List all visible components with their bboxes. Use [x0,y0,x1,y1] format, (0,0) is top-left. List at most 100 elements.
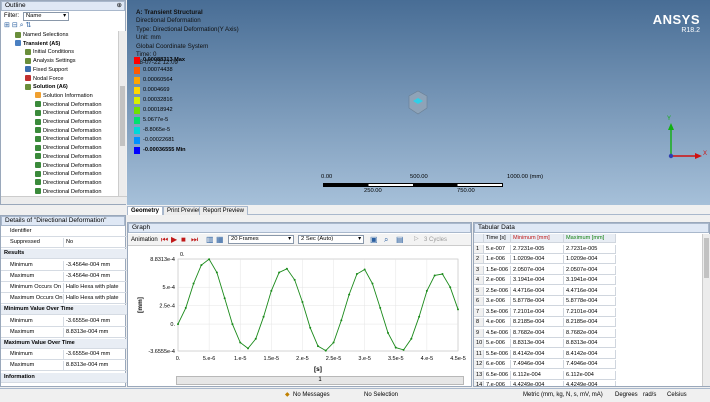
details-row[interactable]: Minimum -3.6555e-004 mm [1,350,127,361]
table-row[interactable]: 4 2.e-006 3.1941e-004 3.1941e-004 [474,276,702,285]
messages-icon[interactable]: ◆ [285,389,290,402]
tabular-scroll-thumb[interactable] [704,238,709,278]
details-key: Minimum [10,351,33,358]
details-row[interactable]: Minimum -3.6555e-004 mm [1,316,127,327]
tree-node[interactable]: Solution (A6) [25,83,68,92]
export-video-icon[interactable]: ▣ [370,235,378,244]
result-icon [35,153,41,160]
details-row[interactable]: Maximum 8.8313e-004 mm [1,327,127,338]
table-cell: 14 [474,381,484,386]
play-icon[interactable]: ▶ [171,235,177,244]
tree-node[interactable]: Directional Deformation [35,101,101,110]
tree-node[interactable]: Directional Deformation [35,118,101,127]
table-row[interactable]: 14 7.e-006 4.4249e-004 4.4249e-004 [474,381,702,386]
angle-unit[interactable]: Degrees [615,389,638,402]
previous-frame-icon[interactable]: ⏮ [161,235,168,244]
y-tick-label: 8.8313e-4 [150,257,175,263]
tree-node[interactable]: Directional Deformation [35,135,101,144]
expand-icon[interactable]: ⊞ [4,22,10,29]
tree-node[interactable]: Directional Deformation [35,144,101,153]
details-row[interactable]: Suppressed No [1,238,127,249]
search-icon[interactable]: ⌕ [20,22,24,29]
details-row[interactable]: Minimum Occurs On Hallo Hexa with plate [1,283,127,293]
tree-node[interactable]: Transient (A5) [15,40,60,49]
axis-triad[interactable] [655,120,707,166]
table-row[interactable]: 1 5.e-007 2.7231e-005 2.7231e-005 [474,244,702,254]
tree-node[interactable]: Fixed Support [25,66,68,75]
outline-hscrollbar[interactable] [1,196,127,204]
frame-number: 1 [318,377,322,383]
table-row[interactable]: 11 5.5e-006 8.4142e-004 8.4142e-004 [474,349,702,359]
table-row[interactable]: 6 3.e-006 5.8778e-004 5.8778e-004 [474,297,702,306]
pin-icon[interactable]: ⊕ [117,2,122,10]
tree-node[interactable]: Named Selections [15,31,68,40]
details-row[interactable]: Maximum -3.4564e-004 mm [1,271,127,282]
tree-node[interactable]: Solution Information [35,92,93,101]
tree-node[interactable]: Directional Deformation [35,162,101,171]
table-cell: 12 [474,360,484,369]
tree-node[interactable]: Directional Deformation [35,153,101,162]
tree-node[interactable]: Initial Conditions [25,48,74,57]
details-group-row[interactable]: Information [1,372,127,383]
scale-label-500: 500.00 [410,174,428,180]
grid-icon[interactable]: ▤ [396,235,404,244]
outline-scroll-thumb[interactable] [120,86,125,146]
details-group-row[interactable]: Results [1,249,127,260]
result-icon [35,162,41,169]
collapse-icon[interactable]: ⊟ [12,22,18,29]
table-row[interactable]: 7 3.5e-006 7.2101e-004 7.2101e-004 [474,307,702,317]
details-panel: Details of "Directional Deformation" Ide… [0,215,127,387]
details-group-row[interactable]: Minimum Value Over Time [1,305,127,316]
graphics-viewport[interactable]: A: Transient Structural Directional Defor… [127,0,710,205]
tree-node-label: Transient (A5) [23,40,61,47]
details-group-row[interactable]: Maximum Value Over Time [1,339,127,349]
messages-status[interactable]: No Messages [293,389,330,402]
tab-report-preview[interactable]: Report Preview [199,206,249,215]
model-geometry[interactable] [407,90,429,116]
details-row[interactable]: Identifier [1,227,127,237]
zoom-icon[interactable]: ⌕ [384,235,388,244]
column-header: Time [s] [484,234,511,243]
tree-node[interactable]: Directional Deformation [35,109,101,118]
table-row[interactable]: 13 6.5e-006 6.112e-004 6.112e-004 [474,370,702,380]
tab-geometry[interactable]: Geometry [127,206,164,215]
stop-icon[interactable]: ■ [181,235,186,244]
table-row[interactable]: 5 2.5e-006 4.4716e-004 4.4716e-004 [474,286,702,296]
table-row[interactable]: 12 6.e-006 7.4946e-004 7.4946e-004 [474,360,702,369]
tree-node[interactable]: Directional Deformation [35,179,101,188]
table-cell: 5.8778e-004 [564,297,616,306]
table-row[interactable]: 10 5.e-006 8.8313e-004 8.8313e-004 [474,339,702,348]
table-row[interactable]: 2 1.e-006 1.0209e-004 1.0209e-004 [474,255,702,264]
scale-label-250: 250.00 [364,188,382,194]
table-cell: 7.2101e-004 [511,307,564,317]
sort-icon[interactable]: ⇅ [26,22,32,29]
tabular-header-row[interactable]: Time [s] Minimum [mm] Maximum [mm] [474,234,702,243]
tree-node[interactable]: Nodal Force [25,75,63,84]
details-row[interactable]: Minimum -3.4564e-004 mm [1,260,127,271]
table-row[interactable]: 8 4.e-006 8.2185e-004 8.2185e-004 [474,318,702,327]
table-cell: 2.7231e-005 [511,244,564,254]
table-row[interactable]: 9 4.5e-006 8.7682e-004 8.7682e-004 [474,328,702,338]
rotational-velocity-unit[interactable]: rad/s [643,389,656,402]
tree-node[interactable]: Directional Deformation [35,127,101,136]
details-grid: Identifier Suppressed No Results Minimum -3.4… [1,227,127,387]
temperature-unit[interactable]: Celsius [667,389,687,402]
frame-timeline[interactable]: 1 [176,376,464,385]
next-frame-icon[interactable]: ⏭ [191,235,198,244]
unit-system[interactable]: Metric (mm, kg, N, s, mV, mA) [523,389,603,402]
tree-node[interactable]: Directional Deformation [35,170,101,179]
filter-select[interactable]: Name ▾ [23,12,69,21]
tree-node[interactable]: Directional Deformation [35,188,101,196]
table-row[interactable]: 3 1.5e-006 2.0507e-004 2.0507e-004 [474,265,702,275]
outline-scrollbar[interactable] [118,31,126,196]
cycles-icon[interactable]: ▷ [414,235,419,244]
tree-node[interactable]: Analysis Settings [25,57,76,66]
frames-select[interactable]: 20 Frames ▾ [228,235,294,244]
details-row[interactable]: Maximum Occurs On Hallo Hexa with plate [1,294,127,305]
deformation-chart[interactable]: 0. 5.e-6 1.e-5 1.5e-5 2.e-5 2.5e-5 3.e-5 3.5e-5… [128,247,471,375]
distributed-icon[interactable]: ▥ [206,235,214,244]
result-sets-icon[interactable]: ▦ [216,235,224,244]
details-row[interactable]: Maximum 8.8313e-004 mm [1,361,127,372]
tabular-scrollbar[interactable] [702,234,710,386]
duration-select[interactable]: 2 Sec (Auto) ▾ [298,235,364,244]
